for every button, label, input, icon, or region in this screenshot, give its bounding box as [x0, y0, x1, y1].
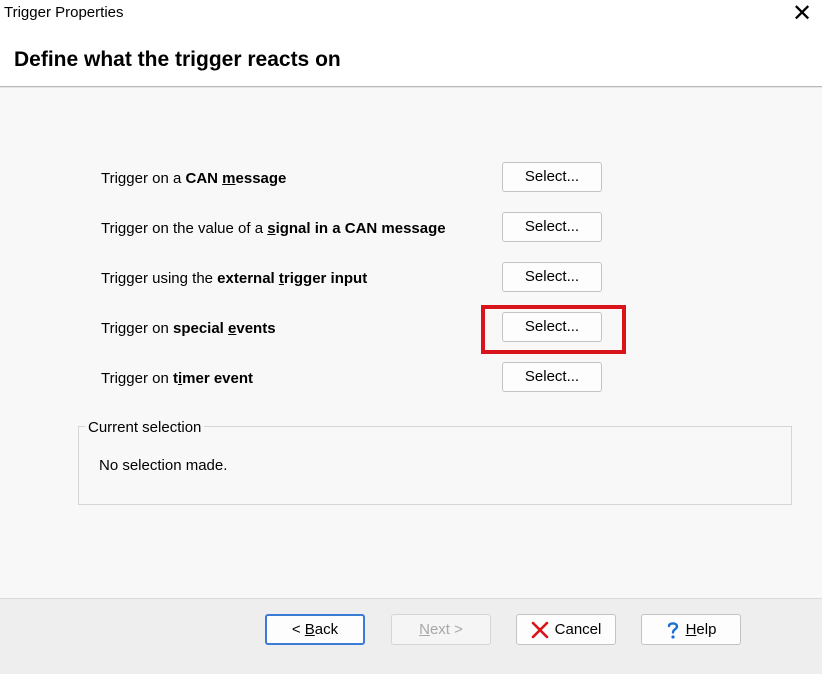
- select-button-timer-event[interactable]: Select...: [502, 362, 602, 392]
- wizard-header: Define what the trigger reacts on: [0, 30, 822, 87]
- option-label-signal: Trigger on the value of a signal in a CA…: [101, 220, 446, 237]
- back-button[interactable]: < Back: [265, 614, 365, 645]
- option-label-can-message: Trigger on a CAN message: [101, 170, 287, 187]
- option-label-timer-event: Trigger on timer event: [101, 370, 254, 387]
- content-area: [0, 88, 822, 598]
- option-label-external-trigger: Trigger using the external trigger input: [101, 270, 368, 287]
- help-question-icon: [667, 622, 678, 639]
- option-label-special-events: Trigger on special events: [101, 320, 276, 337]
- current-selection-legend: Current selection: [85, 419, 205, 436]
- next-button[interactable]: Next >: [391, 614, 491, 645]
- select-button-external-trigger[interactable]: Select...: [502, 262, 602, 292]
- highlight-box: [481, 305, 626, 354]
- select-button-signal[interactable]: Select...: [502, 212, 602, 242]
- window-titlebar: Trigger Properties ✕: [0, 0, 822, 30]
- page-title: Define what the trigger reacts on: [14, 48, 341, 71]
- window-title: Trigger Properties: [4, 4, 124, 21]
- current-selection-text: No selection made.: [99, 457, 228, 474]
- help-button[interactable]: Help: [641, 614, 741, 645]
- cancel-x-icon: [531, 621, 548, 639]
- close-icon[interactable]: ✕: [790, 1, 814, 26]
- select-button-can-message[interactable]: Select...: [502, 162, 602, 192]
- cancel-button[interactable]: Cancel: [516, 614, 616, 645]
